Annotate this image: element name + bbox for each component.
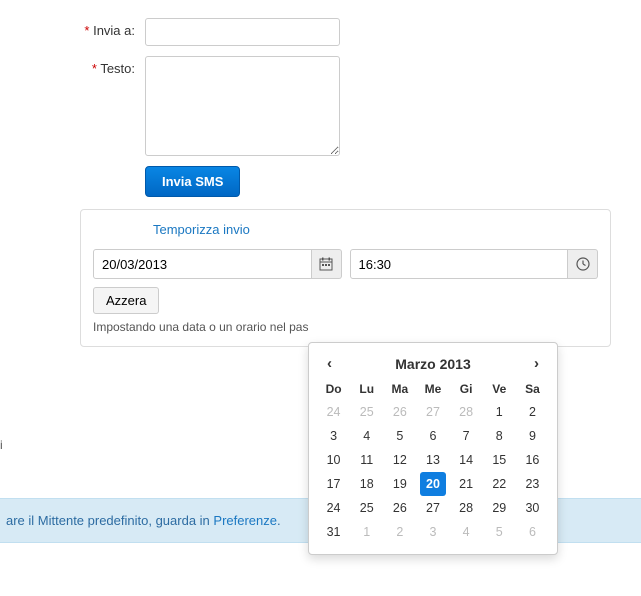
calendar-icon[interactable] xyxy=(312,249,342,279)
datepicker-day[interactable]: 29 xyxy=(486,496,512,520)
datepicker-day[interactable]: 2 xyxy=(519,400,545,424)
datepicker-day[interactable]: 17 xyxy=(321,472,347,496)
datepicker-day[interactable]: 18 xyxy=(354,472,380,496)
datepicker-day[interactable]: 24 xyxy=(321,400,347,424)
datepicker-day[interactable]: 13 xyxy=(420,448,446,472)
azzera-button[interactable]: Azzera xyxy=(93,287,159,314)
invia-sms-button[interactable]: Invia SMS xyxy=(145,166,240,197)
datepicker-day[interactable]: 11 xyxy=(354,448,380,472)
datepicker-day[interactable]: 10 xyxy=(321,448,347,472)
datepicker-day[interactable]: 4 xyxy=(354,424,380,448)
datepicker-dow: Ve xyxy=(483,378,516,400)
side-truncated-text: i xyxy=(0,438,3,452)
datepicker-day[interactable]: 15 xyxy=(486,448,512,472)
datepicker-day[interactable]: 23 xyxy=(519,472,545,496)
datepicker-dow: Sa xyxy=(516,378,549,400)
datepicker-day[interactable]: 31 xyxy=(321,520,347,544)
datepicker-day[interactable]: 26 xyxy=(387,496,413,520)
datepicker-dow: Lu xyxy=(350,378,383,400)
schedule-panel: Temporizza invio Azzera Impostando una d… xyxy=(80,209,611,347)
datepicker-prev-button[interactable]: ‹ xyxy=(321,355,338,372)
datepicker-day[interactable]: 27 xyxy=(420,400,446,424)
datepicker-popup: ‹ Marzo 2013 › DoLuMaMeGiVeSa 2425262728… xyxy=(308,342,558,555)
datepicker-day[interactable]: 21 xyxy=(453,472,479,496)
datepicker-day[interactable]: 19 xyxy=(387,472,413,496)
datepicker-day[interactable]: 28 xyxy=(453,496,479,520)
datepicker-day[interactable]: 3 xyxy=(321,424,347,448)
datepicker-day[interactable]: 30 xyxy=(519,496,545,520)
datepicker-day[interactable]: 26 xyxy=(387,400,413,424)
datepicker-day[interactable]: 24 xyxy=(321,496,347,520)
testo-textarea[interactable] xyxy=(145,56,340,156)
datepicker-day[interactable]: 28 xyxy=(453,400,479,424)
datepicker-day[interactable]: 6 xyxy=(420,424,446,448)
datepicker-dow: Do xyxy=(317,378,350,400)
datepicker-day[interactable]: 3 xyxy=(420,520,446,544)
datepicker-day[interactable]: 9 xyxy=(519,424,545,448)
datepicker-day[interactable]: 25 xyxy=(354,400,380,424)
datepicker-next-button[interactable]: › xyxy=(528,355,545,372)
datepicker-month-title[interactable]: Marzo 2013 xyxy=(395,356,470,372)
preferenze-link[interactable]: Preferenze xyxy=(213,513,277,528)
datepicker-day[interactable]: 2 xyxy=(387,520,413,544)
datepicker-day[interactable]: 20 xyxy=(420,472,446,496)
invia-a-input[interactable] xyxy=(145,18,340,46)
datepicker-day[interactable]: 5 xyxy=(387,424,413,448)
datepicker-day[interactable]: 5 xyxy=(486,520,512,544)
datepicker-day[interactable]: 12 xyxy=(387,448,413,472)
schedule-help-text: Impostando una data o un orario nel pas xyxy=(93,320,598,334)
datepicker-day[interactable]: 16 xyxy=(519,448,545,472)
datepicker-day[interactable]: 27 xyxy=(420,496,446,520)
datepicker-day[interactable]: 1 xyxy=(486,400,512,424)
datepicker-day[interactable]: 25 xyxy=(354,496,380,520)
datepicker-day[interactable]: 22 xyxy=(486,472,512,496)
datepicker-day[interactable]: 1 xyxy=(354,520,380,544)
time-input[interactable] xyxy=(350,249,569,279)
datepicker-day[interactable]: 4 xyxy=(453,520,479,544)
clock-icon[interactable] xyxy=(568,249,598,279)
datepicker-day[interactable]: 7 xyxy=(453,424,479,448)
schedule-title-link[interactable]: Temporizza invio xyxy=(153,222,250,237)
invia-a-label: * Invia a: xyxy=(0,18,145,38)
datepicker-day[interactable]: 8 xyxy=(486,424,512,448)
date-input[interactable] xyxy=(93,249,312,279)
datepicker-dow: Me xyxy=(416,378,449,400)
datepicker-dow: Ma xyxy=(383,378,416,400)
datepicker-day[interactable]: 6 xyxy=(519,520,545,544)
testo-label: * Testo: xyxy=(0,56,145,76)
datepicker-day[interactable]: 14 xyxy=(453,448,479,472)
datepicker-dow: Gi xyxy=(450,378,483,400)
